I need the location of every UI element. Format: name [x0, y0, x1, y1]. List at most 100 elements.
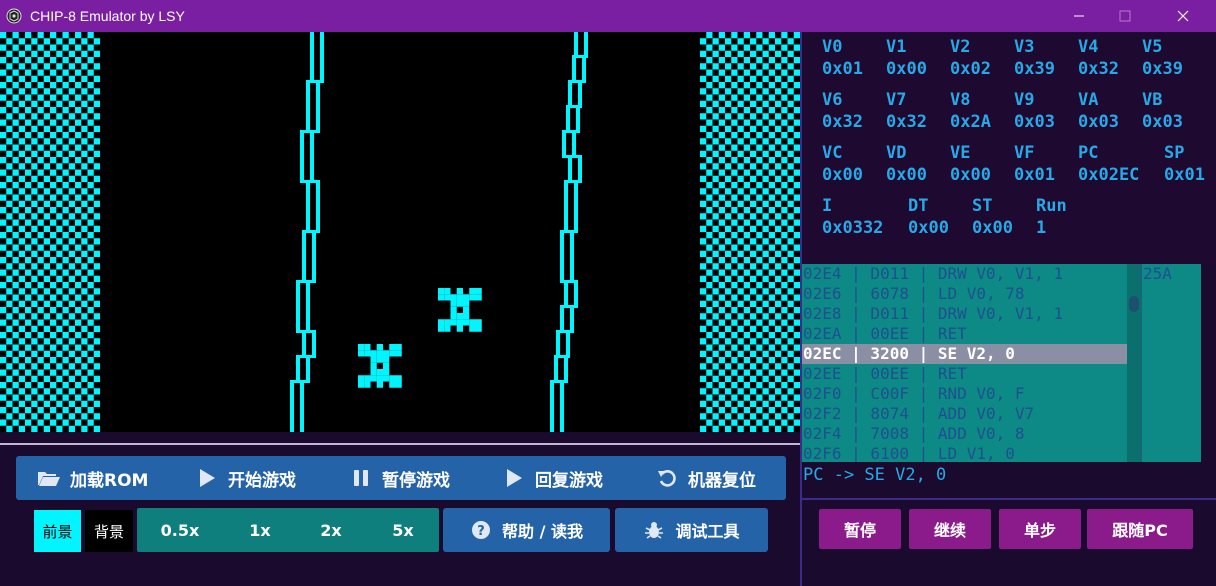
debug-continue-button[interactable]: 继续 [909, 509, 991, 549]
border-pixel [787, 188, 794, 195]
border-pixel [781, 144, 788, 151]
border-pixel [731, 419, 738, 426]
border-pixel [81, 50, 88, 57]
border-pixel [43, 63, 50, 70]
border-pixel [768, 332, 775, 339]
road-right-edge [564, 357, 568, 382]
border-pixel [725, 213, 732, 220]
resume-game-button[interactable]: 回复游戏 [501, 456, 603, 500]
disassembly-row[interactable]: 02E8 | D011 | DRW V0, V1, 1 [802, 304, 1127, 324]
border-pixel [31, 88, 38, 95]
border-pixel [731, 294, 738, 301]
border-pixel [712, 263, 719, 270]
road-left-edge [310, 32, 314, 57]
border-pixel [25, 44, 32, 51]
border-pixel [75, 269, 82, 276]
border-pixel [68, 150, 75, 157]
start-game-button[interactable]: 开始游戏 [194, 456, 296, 500]
debug-pause-button[interactable]: 暂停 [819, 509, 901, 549]
border-pixel [62, 269, 69, 276]
maximize-button[interactable] [1102, 0, 1148, 32]
disassembly-row[interactable]: 02E4 | D011 | DRW V0, V1, 1 [802, 264, 1127, 284]
speed-0.5x-button[interactable]: 0.5x [150, 508, 210, 552]
game-screen[interactable] [0, 32, 800, 432]
border-pixel [0, 157, 7, 164]
border-pixel [81, 300, 88, 307]
speed-5x-button[interactable]: 5x [373, 508, 433, 552]
debug-tools-button[interactable]: 调试工具 [615, 508, 768, 552]
border-pixel [750, 75, 757, 82]
border-pixel [775, 300, 782, 307]
disassembly-row[interactable]: 02F2 | 8074 | ADD V0, V7 [802, 404, 1127, 424]
register-name: VE [950, 143, 971, 163]
load-rom-button[interactable]: 加载ROM [36, 456, 148, 500]
disassembly-row[interactable]: 02F6 | 6100 | LD V1, 0 [802, 444, 1127, 462]
border-pixel [6, 250, 13, 257]
border-pixel [18, 113, 25, 120]
debug-tools-label: 调试工具 [675, 522, 740, 541]
background-color-button[interactable]: 背景 [85, 510, 133, 552]
border-pixel [775, 175, 782, 182]
border-pixel [743, 244, 750, 251]
speed-2x-button[interactable]: 2x [301, 508, 361, 552]
player-car [383, 362, 390, 369]
disassembly-list[interactable]: 02E4 | D011 | DRW V0, V1, 1 02E6 | 6078 |… [802, 264, 1127, 462]
border-pixel [756, 319, 763, 326]
border-pixel [87, 294, 94, 301]
disassembly-scrollbar[interactable] [1127, 264, 1141, 462]
border-pixel [706, 219, 713, 226]
border-pixel [12, 307, 19, 314]
border-pixel [756, 44, 763, 51]
scrollbar-thumb[interactable] [1129, 296, 1139, 312]
border-pixel [43, 425, 50, 432]
debug-step-button[interactable]: 单步 [999, 509, 1081, 549]
close-button[interactable] [1160, 0, 1206, 32]
border-pixel [50, 44, 57, 51]
screen-divider [0, 443, 800, 445]
border-pixel [731, 94, 738, 101]
disassembly-row[interactable]: 02F0 | C00F | RND V0, F [802, 384, 1127, 404]
border-pixel [775, 263, 782, 270]
foreground-color-button[interactable]: 前景 [34, 510, 81, 552]
speed-1x-button[interactable]: 1x [230, 508, 290, 552]
border-pixel [37, 157, 44, 164]
disassembly-row[interactable]: 02E6 | 6078 | LD V0, 78 [802, 284, 1127, 304]
border-pixel [706, 57, 713, 64]
border-pixel [700, 400, 707, 407]
border-pixel [756, 369, 763, 376]
border-pixel [25, 157, 32, 164]
road-right-edge [550, 382, 554, 407]
border-pixel [700, 225, 707, 232]
reset-machine-button[interactable]: 机器复位 [654, 456, 756, 500]
border-pixel [37, 57, 44, 64]
border-pixel [6, 63, 13, 70]
disassembly-row[interactable]: 02EE | 00EE | RET [802, 364, 1127, 384]
border-pixel [87, 332, 94, 339]
minimize-button[interactable] [1056, 0, 1102, 32]
road-right-edge [550, 407, 554, 432]
disassembly-row[interactable]: 02EA | 00EE | RET [802, 324, 1127, 344]
border-pixel [718, 207, 725, 214]
border-pixel [62, 69, 69, 76]
border-pixel [712, 213, 719, 220]
player-car [364, 375, 371, 382]
pause-game-button[interactable]: 暂停游戏 [348, 456, 450, 500]
border-pixel [6, 375, 13, 382]
border-pixel [725, 188, 732, 195]
follow-pc-button[interactable]: 跟随PC [1087, 509, 1193, 549]
border-pixel [50, 344, 57, 351]
border-pixel [87, 319, 94, 326]
border-pixel [81, 38, 88, 45]
border-pixel [718, 344, 725, 351]
border-pixel [775, 425, 782, 432]
register-value: 0x00 [972, 218, 1013, 238]
border-pixel [12, 119, 19, 126]
help-button[interactable]: ? 帮助 / 读我 [443, 508, 610, 552]
border-pixel [762, 275, 769, 282]
disassembly-row[interactable]: 02F4 | 7008 | ADD V0, 8 [802, 424, 1127, 444]
border-pixel [68, 38, 75, 45]
border-pixel [700, 275, 707, 282]
disassembly-row-current[interactable]: 02EC | 3200 | SE V2, 0 [802, 344, 1127, 364]
border-pixel [762, 375, 769, 382]
border-pixel [775, 200, 782, 207]
